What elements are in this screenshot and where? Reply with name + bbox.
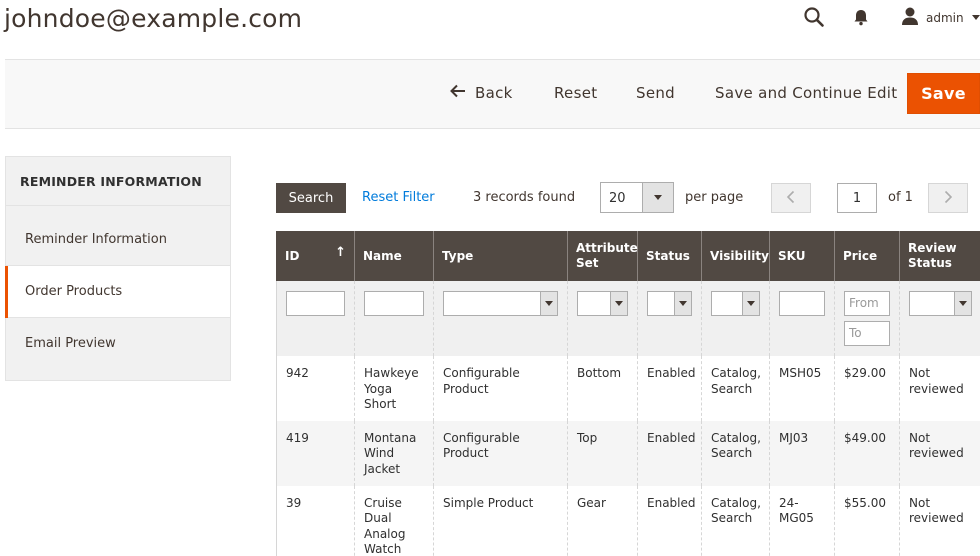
cell-attribute-set: Top [567, 420, 638, 486]
column-header-visibility[interactable]: Visibility [701, 231, 770, 281]
chevron-down-icon [540, 292, 557, 315]
cell-status: Enabled [637, 420, 702, 486]
chevron-down-icon [742, 292, 759, 315]
cell-price: $29.00 [834, 356, 900, 421]
per-page-select[interactable]: 20 [600, 182, 674, 213]
nav-section-title: REMINDER INFORMATION [6, 157, 230, 206]
table-row[interactable]: 419 Montana Wind Jacket Configurable Pro… [276, 420, 980, 486]
page-total: of 1 [888, 190, 913, 205]
save-button[interactable]: Save [907, 73, 980, 114]
cell-price: $55.00 [834, 485, 900, 556]
cell-sku: 24-MG05 [769, 485, 835, 556]
back-label: Back [475, 84, 513, 102]
column-header-sku[interactable]: SKU [769, 231, 835, 281]
filter-type-select[interactable] [443, 291, 558, 316]
send-button[interactable]: Send [636, 84, 675, 102]
cell-attribute-set: Bottom [567, 356, 638, 421]
column-header-review-status[interactable]: Review Status [899, 231, 980, 281]
cell-type: Configurable Product [433, 420, 568, 486]
column-header-status[interactable]: Status [637, 231, 702, 281]
cell-visibility: Catalog, Search [701, 485, 770, 556]
user-name: admin [926, 10, 964, 25]
column-header-price[interactable]: Price [834, 231, 900, 281]
products-grid: ID ↑ Name Type Attribute Set Status Visib… [276, 231, 980, 556]
filter-price-from-input[interactable]: From [844, 291, 890, 316]
bell-icon[interactable] [851, 6, 873, 28]
cell-price: $49.00 [834, 420, 900, 486]
per-page-value: 20 [609, 191, 626, 206]
cell-id: 942 [276, 356, 355, 421]
cell-status: Enabled [637, 356, 702, 421]
side-navigation: REMINDER INFORMATION Reminder Informatio… [5, 156, 231, 381]
cell-status: Enabled [637, 485, 702, 556]
table-row[interactable]: 39 Cruise Dual Analog Watch Simple Produ… [276, 485, 980, 556]
reset-filter-link[interactable]: Reset Filter [362, 190, 435, 205]
nav-item-reminder-information[interactable]: Reminder Information [6, 206, 230, 266]
cell-id: 39 [276, 485, 355, 556]
cell-name: Hawkeye Yoga Short [354, 356, 434, 421]
chevron-down-icon [674, 292, 691, 315]
user-icon [900, 6, 920, 29]
cell-visibility: Catalog, Search [701, 356, 770, 421]
cell-review-status: Not reviewed [899, 485, 980, 556]
chevron-right-icon [943, 189, 953, 208]
cell-visibility: Catalog, Search [701, 420, 770, 486]
user-menu[interactable]: admin [900, 6, 980, 29]
chevron-left-icon [786, 189, 796, 208]
cell-sku: MJ03 [769, 420, 835, 486]
cell-name: Montana Wind Jacket [354, 420, 434, 486]
filter-id-input[interactable] [286, 291, 345, 316]
filter-price-to-input[interactable]: To [844, 321, 890, 346]
cell-review-status: Not reviewed [899, 420, 980, 486]
filter-name-input[interactable] [364, 291, 424, 316]
column-header-id[interactable]: ID ↑ [276, 231, 355, 281]
cell-review-status: Not reviewed [899, 356, 980, 421]
nav-item-email-preview[interactable]: Email Preview [6, 318, 230, 380]
cell-sku: MSH05 [769, 356, 835, 421]
cell-name: Cruise Dual Analog Watch [354, 485, 434, 556]
grid-search-button[interactable]: Search [276, 183, 346, 213]
column-header-attribute-set[interactable]: Attribute Set [567, 231, 638, 281]
sort-ascending-icon: ↑ [335, 245, 346, 260]
records-count: 3 records found [473, 190, 576, 205]
column-header-name[interactable]: Name [354, 231, 434, 281]
back-button[interactable]: Back [450, 84, 513, 102]
next-page-button[interactable] [928, 183, 968, 213]
filter-attribute-set-select[interactable] [577, 291, 628, 316]
filter-status-select[interactable] [647, 291, 692, 316]
filter-review-status-select[interactable] [909, 291, 972, 316]
page-title: johndoe@example.com [4, 4, 303, 33]
chevron-down-icon [642, 183, 673, 212]
column-header-type[interactable]: Type [433, 231, 568, 281]
cell-id: 419 [276, 420, 355, 486]
grid-filter-row: From To [276, 281, 980, 356]
cell-attribute-set: Gear [567, 485, 638, 556]
page-actions-bar: Back Reset Send Save and Continue Edit S… [5, 59, 980, 129]
grid-header-row: ID ↑ Name Type Attribute Set Status Visib… [276, 231, 980, 281]
save-and-continue-button[interactable]: Save and Continue Edit [715, 84, 897, 102]
arrow-left-icon [450, 84, 466, 102]
nav-item-order-products[interactable]: Order Products [5, 266, 230, 318]
table-row[interactable]: 942 Hawkeye Yoga Short Configurable Prod… [276, 356, 980, 421]
previous-page-button[interactable] [771, 183, 811, 213]
page-number-input[interactable]: 1 [837, 183, 877, 213]
column-label: ID [285, 248, 300, 263]
filter-visibility-select[interactable] [711, 291, 760, 316]
chevron-down-icon [610, 292, 627, 315]
cell-type: Configurable Product [433, 356, 568, 421]
filter-sku-input[interactable] [779, 291, 825, 316]
per-page-label: per page [685, 190, 744, 205]
search-icon[interactable] [803, 6, 825, 28]
reset-button[interactable]: Reset [554, 84, 597, 102]
cell-type: Simple Product [433, 485, 568, 556]
chevron-down-icon [953, 292, 971, 315]
chevron-down-icon [971, 15, 980, 20]
